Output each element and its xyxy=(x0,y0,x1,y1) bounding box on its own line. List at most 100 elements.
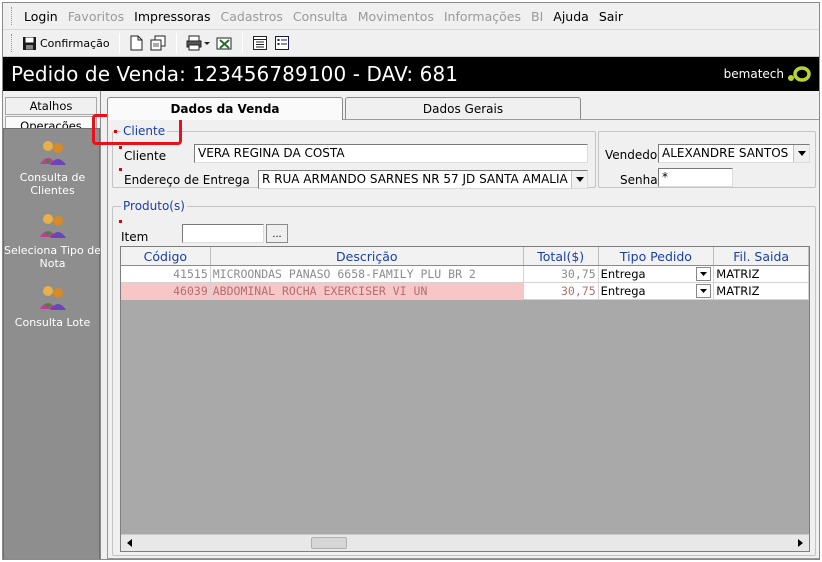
cell-descricao: MICROONDAS PANASO 6658-FAMILY PLU BR 2 xyxy=(210,266,524,283)
print-setup-button[interactable] xyxy=(213,32,236,54)
column-header-total[interactable]: Total($) xyxy=(524,247,599,265)
cliente-field[interactable]: VERA REGINA DA COSTA xyxy=(194,144,588,163)
tab-panel-dados-da-venda: Cliente Cliente VERA REGINA DA COSTA End… xyxy=(107,119,819,559)
people-icon xyxy=(39,214,66,238)
cell-filial-saida: MATRIZ xyxy=(714,283,809,300)
main-area: Dados da Venda Dados Gerais Cliente Clie… xyxy=(100,91,819,559)
tipo-pedido-value: Entrega xyxy=(600,267,646,281)
sidebar-action-consulta-clientes[interactable]: Consulta de Clientes xyxy=(4,139,101,197)
cell-filial-saida: MATRIZ xyxy=(714,266,809,283)
cliente-label: Cliente xyxy=(124,149,167,163)
tab-dados-gerais[interactable]: Dados Gerais xyxy=(345,97,581,119)
app-window: Login Favoritos Impressoras Cadastros Co… xyxy=(2,2,820,560)
menu-bar: Login Favoritos Impressoras Cadastros Co… xyxy=(3,3,819,30)
required-marker xyxy=(119,220,122,223)
toolbar-grip xyxy=(11,34,15,52)
menu-ajuda[interactable]: Ajuda xyxy=(548,9,594,24)
toolbar-separator xyxy=(241,33,243,53)
calendar-button[interactable] xyxy=(249,32,271,54)
senha-label: Senha xyxy=(620,173,658,187)
horizontal-scrollbar[interactable] xyxy=(121,534,809,551)
page-title: Pedido de Venda: 123456789100 - DAV: 681 xyxy=(11,62,459,86)
scrollbar-thumb[interactable] xyxy=(311,537,347,549)
save-icon xyxy=(23,36,36,50)
toolbar-separator xyxy=(175,33,177,53)
tab-dados-da-venda[interactable]: Dados da Venda xyxy=(107,97,343,120)
list-button[interactable] xyxy=(271,32,293,54)
table-row[interactable]: 46039 ABDOMINAL ROCHA EXERCISER VI UN 30… xyxy=(121,283,809,300)
menu-sair[interactable]: Sair xyxy=(594,9,628,24)
scroll-left-icon[interactable] xyxy=(121,535,138,551)
list-icon xyxy=(274,36,289,50)
menu-impressoras[interactable]: Impressoras xyxy=(129,9,215,24)
print-button[interactable] xyxy=(183,32,213,54)
confirm-button[interactable]: Confirmação xyxy=(19,32,113,54)
brand-logo: bematech xyxy=(724,65,811,83)
required-marker xyxy=(119,168,122,171)
sidebar-tab-atalhos[interactable]: Atalhos xyxy=(5,97,97,115)
confirm-label: Confirmação xyxy=(40,36,110,50)
menu-movimentos: Movimentos xyxy=(357,8,434,24)
item-field[interactable] xyxy=(182,224,264,243)
people-icon xyxy=(39,286,66,310)
open-document-icon xyxy=(150,35,166,51)
produto-legend: Produto(s) xyxy=(121,199,187,213)
sidebar: Atalhos Operações Consulta de Clientes S… xyxy=(3,91,101,559)
item-browse-button[interactable]: ... xyxy=(266,224,288,243)
menu-grip xyxy=(11,7,15,25)
sidebar-action-consulta-lote[interactable]: Consulta Lote xyxy=(4,284,101,329)
open-button[interactable] xyxy=(147,32,170,54)
endereco-select[interactable]: R RUA ARMANDO SARNES NR 57 JD SANTA AMAL… xyxy=(258,170,588,189)
printer-icon xyxy=(186,35,210,51)
tipo-pedido-value: Entrega xyxy=(600,284,646,298)
new-document-button[interactable] xyxy=(126,32,147,54)
endereco-value: R RUA ARMANDO SARNES NR 57 JD SANTA AMAL… xyxy=(262,172,588,186)
table-row[interactable]: 41515 MICROONDAS PANASO 6658-FAMILY PLU … xyxy=(121,266,809,283)
cell-descricao: ABDOMINAL ROCHA EXERCISER VI UN xyxy=(210,283,524,300)
settings-icon xyxy=(216,37,232,50)
chevron-down-icon[interactable] xyxy=(696,267,712,281)
menu-informacoes: Informações xyxy=(443,8,521,24)
required-marker xyxy=(119,146,122,149)
grid-header: Código Descrição Total($) Tipo Pedido Fi… xyxy=(121,247,809,266)
chevron-down-icon[interactable] xyxy=(793,145,809,162)
menu-favoritos: Favoritos xyxy=(67,8,125,24)
products-grid: Código Descrição Total($) Tipo Pedido Fi… xyxy=(120,246,810,552)
column-header-tipo-pedido[interactable]: Tipo Pedido xyxy=(599,247,715,265)
column-header-codigo[interactable]: Código xyxy=(121,247,211,265)
menu-cadastros: Cadastros xyxy=(220,8,283,24)
brand-swoosh-icon xyxy=(788,66,811,82)
calendar-icon xyxy=(252,36,267,50)
sidebar-action-label: Consulta Lote xyxy=(14,316,91,329)
sidebar-action-label: Seleciona Tipo de Nota xyxy=(4,244,102,270)
cell-tipo-pedido[interactable]: Entrega xyxy=(598,266,715,283)
sidebar-actions-panel: Consulta de Clientes Seleciona Tipo de N… xyxy=(3,128,101,559)
menu-login[interactable]: Login xyxy=(19,9,63,24)
vendedor-value: ALEXANDRE SANTOS FF xyxy=(662,146,806,160)
toolbar: Confirmação xyxy=(3,30,819,57)
senha-field[interactable]: * xyxy=(658,168,733,187)
sidebar-action-label: Consulta de Clientes xyxy=(19,171,86,197)
sidebar-action-seleciona-tipo-nota[interactable]: Seleciona Tipo de Nota xyxy=(4,212,101,270)
menu-consulta: Consulta xyxy=(292,8,348,24)
cell-tipo-pedido[interactable]: Entrega xyxy=(598,283,715,300)
chevron-down-icon[interactable] xyxy=(696,284,712,298)
cell-codigo: 41515 xyxy=(121,266,211,283)
people-icon xyxy=(39,141,66,165)
cell-codigo: 46039 xyxy=(121,283,211,300)
column-header-filial-saida[interactable]: Fil. Saida xyxy=(714,247,809,265)
cell-total: 30,75 xyxy=(523,283,599,300)
new-document-icon xyxy=(130,35,143,51)
tab-strip: Dados da Venda Dados Gerais xyxy=(101,97,819,120)
scroll-right-icon[interactable] xyxy=(792,535,809,551)
vendedor-label: Vendedor xyxy=(605,148,663,162)
title-band: Pedido de Venda: 123456789100 - DAV: 681… xyxy=(3,57,819,91)
toolbar-separator xyxy=(118,33,120,53)
item-label: Item xyxy=(121,230,149,244)
cell-total: 30,75 xyxy=(523,266,599,283)
column-header-descricao[interactable]: Descrição xyxy=(211,247,524,265)
chevron-down-icon[interactable] xyxy=(571,171,587,188)
brand-name: bematech xyxy=(723,67,784,81)
menu-bi: BI xyxy=(531,8,544,24)
vendedor-select[interactable]: ALEXANDRE SANTOS FF xyxy=(658,144,810,163)
